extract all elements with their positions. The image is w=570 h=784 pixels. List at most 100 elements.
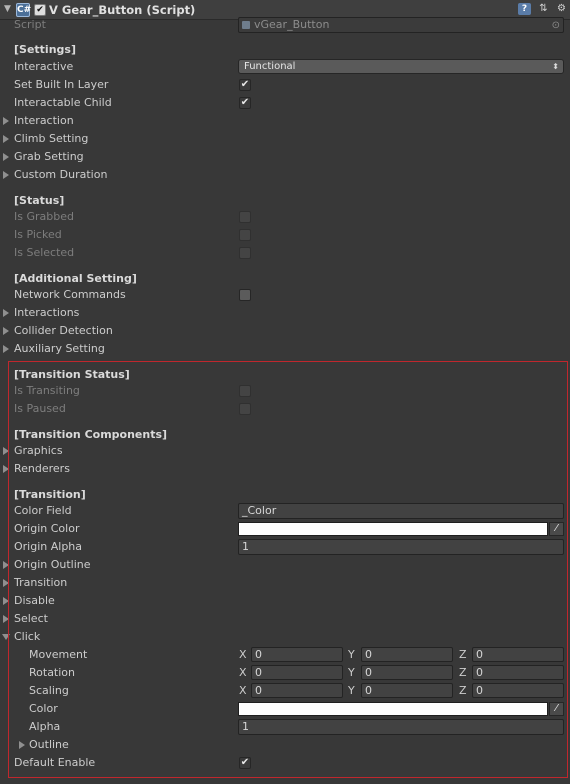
foldout-arrow-icon[interactable] — [3, 597, 9, 605]
network-commands-checkbox[interactable] — [239, 289, 251, 301]
scaling-label: Scaling — [29, 684, 69, 697]
scaling-z-input[interactable]: 0 — [472, 683, 564, 698]
auxiliary-setting-label: Auxiliary Setting — [14, 342, 105, 355]
origin-alpha-input[interactable]: 1 — [238, 539, 564, 555]
foldout-arrow-icon[interactable] — [3, 465, 9, 473]
foldout-arrow-icon[interactable] — [3, 447, 9, 455]
foldout-arrow-icon[interactable] — [19, 741, 25, 749]
axis-x-label: X — [239, 666, 247, 679]
scaling-x-input[interactable]: 0 — [251, 683, 343, 698]
rotation-row: Rotation X 0 Y 0 Z 0 — [0, 664, 570, 682]
scaling-row: Scaling X 0 Y 0 Z 0 — [0, 682, 570, 700]
movement-y-input[interactable]: 0 — [361, 647, 453, 662]
custom-duration-foldout[interactable]: Custom Duration — [0, 166, 570, 184]
color-field-label: Color Field — [14, 504, 72, 517]
component-enabled-checkbox[interactable]: ✔ — [34, 4, 46, 16]
interactions-foldout[interactable]: Interactions — [0, 304, 570, 322]
click-alpha-label: Alpha — [29, 720, 61, 733]
select-foldout[interactable]: Select — [0, 610, 570, 628]
interactable-child-checkbox[interactable]: ✔ — [239, 97, 251, 109]
component-title: V Gear_Button (Script) — [49, 3, 196, 17]
grab-setting-label: Grab Setting — [14, 150, 84, 163]
preset-icon[interactable]: ⇅ — [537, 3, 550, 15]
interactive-value: Functional — [244, 61, 296, 72]
origin-color-label: Origin Color — [14, 522, 80, 535]
foldout-arrow-icon[interactable] — [3, 615, 9, 623]
script-label: Script — [14, 18, 46, 31]
transition-components-heading: [Transition Components] — [14, 428, 168, 441]
interaction-label: Interaction — [14, 114, 74, 127]
graphics-foldout[interactable]: Graphics — [0, 442, 570, 460]
foldout-arrow-icon[interactable] — [3, 117, 9, 125]
movement-label: Movement — [29, 648, 88, 661]
origin-outline-foldout[interactable]: Origin Outline — [0, 556, 570, 574]
foldout-arrow-icon[interactable] — [3, 345, 9, 353]
renderers-foldout[interactable]: Renderers — [0, 460, 570, 478]
disable-label: Disable — [14, 594, 55, 607]
transition-label: Transition — [14, 576, 68, 589]
script-row: Script vGear_Button ⊙ — [0, 16, 570, 34]
click-alpha-input[interactable]: 1 — [238, 719, 564, 735]
axis-y-label: Y — [348, 684, 355, 697]
script-object-field[interactable]: vGear_Button ⊙ — [238, 17, 564, 33]
color-field-input[interactable]: _Color — [238, 503, 564, 519]
foldout-arrow-icon[interactable] — [3, 561, 9, 569]
click-outline-foldout[interactable]: Outline — [0, 736, 570, 754]
collider-detection-label: Collider Detection — [14, 324, 113, 337]
eyedropper-icon[interactable]: ⁄ — [549, 522, 564, 536]
foldout-arrow-icon[interactable] — [3, 327, 9, 335]
grab-setting-foldout[interactable]: Grab Setting — [0, 148, 570, 166]
origin-alpha-label: Origin Alpha — [14, 540, 83, 553]
origin-color-swatch[interactable] — [238, 522, 548, 536]
interactive-dropdown[interactable]: Functional ⬍ — [238, 59, 564, 74]
click-color-swatch[interactable] — [238, 702, 548, 716]
is-selected-checkbox — [239, 247, 251, 259]
rotation-z-input[interactable]: 0 — [472, 665, 564, 680]
settings-heading: [Settings] — [14, 43, 76, 56]
foldout-arrow-icon[interactable] — [3, 579, 9, 587]
click-outline-label: Outline — [29, 738, 69, 751]
dropdown-arrow-icon: ⬍ — [552, 62, 559, 71]
is-transiting-label: Is Transiting — [14, 384, 80, 397]
rotation-y-input[interactable]: 0 — [361, 665, 453, 680]
foldout-open-arrow-icon[interactable] — [2, 634, 10, 640]
transition-foldout[interactable]: Transition — [0, 574, 570, 592]
select-label: Select — [14, 612, 48, 625]
foldout-arrow-icon[interactable] — [3, 135, 9, 143]
network-commands-label: Network Commands — [14, 288, 126, 301]
auxiliary-setting-foldout[interactable]: Auxiliary Setting — [0, 340, 570, 358]
foldout-arrow-icon[interactable]: ▼ — [4, 4, 11, 14]
custom-duration-label: Custom Duration — [14, 168, 108, 181]
default-enable-checkbox[interactable]: ✔ — [239, 757, 251, 769]
axis-z-label: Z — [459, 666, 467, 679]
click-foldout[interactable]: Click — [0, 628, 570, 646]
axis-y-label: Y — [348, 666, 355, 679]
interactive-label: Interactive — [14, 60, 74, 73]
foldout-arrow-icon[interactable] — [3, 309, 9, 317]
interactable-child-label: Interactable Child — [14, 96, 112, 109]
interaction-foldout[interactable]: Interaction — [0, 112, 570, 130]
transition-heading: [Transition] — [14, 488, 86, 501]
collider-detection-foldout[interactable]: Collider Detection — [0, 322, 570, 340]
eyedropper-icon[interactable]: ⁄ — [549, 702, 564, 716]
foldout-arrow-icon[interactable] — [3, 153, 9, 161]
is-selected-label: Is Selected — [14, 246, 75, 259]
scaling-y-input[interactable]: 0 — [361, 683, 453, 698]
is-grabbed-checkbox — [239, 211, 251, 223]
object-picker-icon[interactable]: ⊙ — [552, 19, 560, 33]
rotation-x-input[interactable]: 0 — [251, 665, 343, 680]
rotation-label: Rotation — [29, 666, 76, 679]
foldout-arrow-icon[interactable] — [3, 171, 9, 179]
axis-z-label: Z — [459, 684, 467, 697]
movement-row: Movement X 0 Y 0 Z 0 — [0, 646, 570, 664]
script-value: vGear_Button — [254, 18, 330, 31]
help-icon[interactable]: ? — [518, 3, 531, 15]
is-picked-checkbox — [239, 229, 251, 241]
movement-z-input[interactable]: 0 — [472, 647, 564, 662]
interactions-label: Interactions — [14, 306, 80, 319]
climb-setting-foldout[interactable]: Climb Setting — [0, 130, 570, 148]
gear-icon[interactable]: ⚙ — [555, 3, 568, 15]
disable-foldout[interactable]: Disable — [0, 592, 570, 610]
set-built-in-layer-checkbox[interactable]: ✔ — [239, 79, 251, 91]
movement-x-input[interactable]: 0 — [251, 647, 343, 662]
